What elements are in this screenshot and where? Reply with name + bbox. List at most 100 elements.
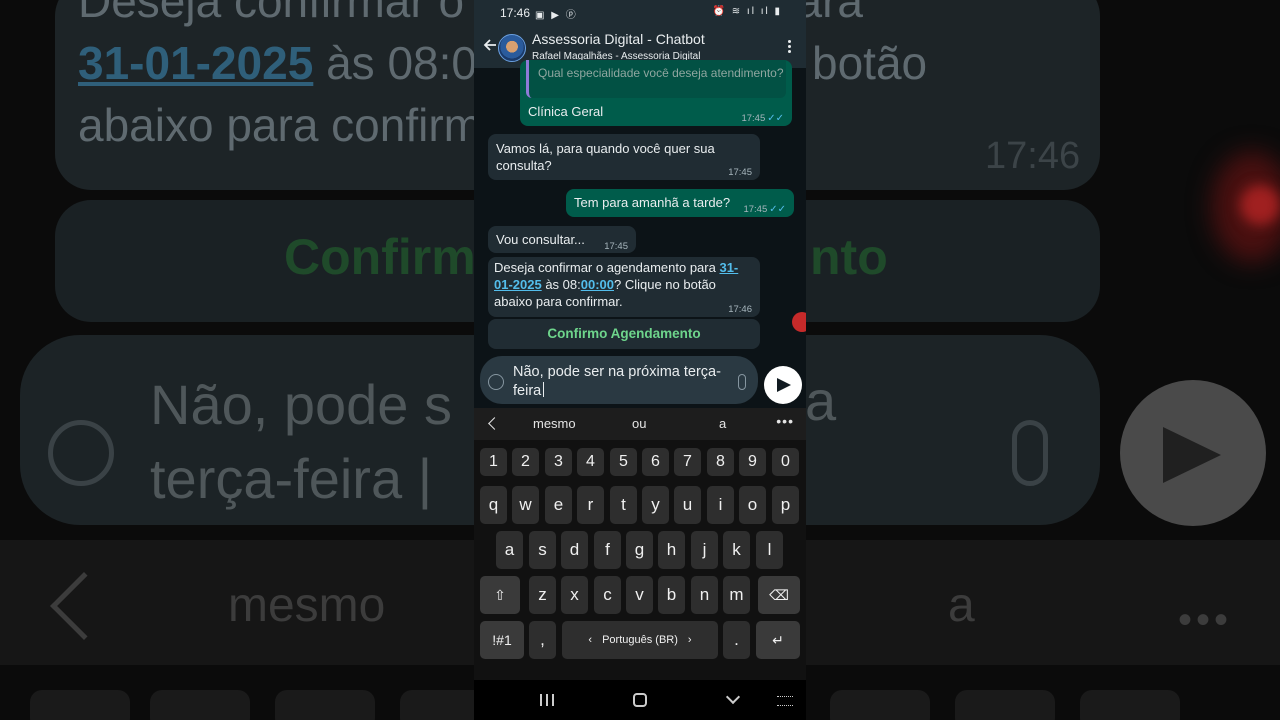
time-link[interactable]: 00:00 <box>581 277 614 292</box>
keyboard-switch-icon[interactable] <box>777 696 793 706</box>
avatar[interactable] <box>498 34 526 62</box>
hide-keyboard-icon[interactable] <box>725 689 741 705</box>
key[interactable]: l <box>756 531 783 569</box>
key[interactable]: q <box>480 486 507 524</box>
key[interactable]: g <box>626 531 653 569</box>
status-time: 17:46 <box>500 6 531 20</box>
send-button[interactable] <box>764 366 802 404</box>
bg-emoji-icon <box>48 420 114 486</box>
message-incoming[interactable]: Vou consultar... 17:45 <box>488 226 636 253</box>
floating-red-dot <box>792 312 806 332</box>
key[interactable]: c <box>594 576 621 614</box>
key[interactable]: k <box>723 531 750 569</box>
key[interactable]: 2 <box>512 448 539 476</box>
key[interactable]: a <box>496 531 523 569</box>
key[interactable]: j <box>691 531 718 569</box>
key[interactable]: y <box>642 486 669 524</box>
key[interactable]: 1 <box>480 448 507 476</box>
backspace-key[interactable]: ⌫ <box>758 576 800 614</box>
message-incoming[interactable]: Vamos lá, para quando você quer sua cons… <box>488 134 760 180</box>
message-time: 17:45 ✓✓ <box>743 204 786 215</box>
message-input-text[interactable]: Não, pode ser na próxima terça-feira <box>513 363 733 401</box>
key[interactable]: o <box>739 486 766 524</box>
bg-button-label: Confirm <box>284 229 476 285</box>
bg-key <box>150 690 250 720</box>
home-icon[interactable] <box>633 693 647 707</box>
system-icons: ⏰ ≋ ıl ıl ▮ <box>712 6 782 17</box>
key[interactable]: b <box>658 576 685 614</box>
comma-key[interactable]: , <box>529 621 556 659</box>
shift-key[interactable]: ⇧ <box>480 576 520 614</box>
suggestion-item[interactable]: a <box>719 416 726 431</box>
key[interactable]: i <box>707 486 734 524</box>
chevron-left-icon[interactable] <box>488 417 501 430</box>
key[interactable]: v <box>626 576 653 614</box>
message-time: 17:45 <box>604 241 628 252</box>
key[interactable]: r <box>577 486 604 524</box>
key[interactable]: 9 <box>739 448 766 476</box>
suggestion-item[interactable]: mesmo <box>533 416 576 431</box>
key[interactable]: e <box>545 486 572 524</box>
message-text: Tem para amanhã a tarde? <box>574 195 731 210</box>
more-icon[interactable]: ••• <box>776 413 794 429</box>
space-key[interactable]: ‹ Português (BR) › <box>562 621 718 659</box>
key[interactable]: m <box>723 576 750 614</box>
key[interactable]: 0 <box>772 448 799 476</box>
bg-red-dot <box>1240 185 1280 225</box>
message-text: Clínica Geral <box>528 104 604 119</box>
key[interactable]: 4 <box>577 448 604 476</box>
key[interactable]: u <box>674 486 701 524</box>
bg-suggestion: a <box>948 579 975 632</box>
suggestion-bar: mesmo ou a ••• <box>474 408 806 440</box>
key[interactable]: x <box>561 576 588 614</box>
bg-suggestion: mesmo <box>228 579 386 632</box>
recent-apps-icon[interactable] <box>540 694 554 706</box>
bg-button-label-right: nto <box>810 229 888 285</box>
message-time: 17:45 ✓✓ <box>741 113 784 124</box>
navigation-bar <box>474 680 806 720</box>
back-arrow-icon[interactable] <box>482 37 498 53</box>
key[interactable]: 8 <box>707 448 734 476</box>
message-time: 17:45 <box>728 167 752 178</box>
quoted-text: Qual especialidade você deseja atendimen… <box>538 66 784 80</box>
enter-key[interactable]: ↵ <box>756 621 800 659</box>
key[interactable]: f <box>594 531 621 569</box>
keyboard: mesmo ou a ••• 1 2 3 4 5 6 7 8 9 0 q w e… <box>474 408 806 720</box>
message-incoming[interactable]: Deseja confirmar o agendamento para 31-0… <box>488 257 760 317</box>
bg-key <box>1080 690 1180 720</box>
chat-title[interactable]: Assessoria Digital - Chatbot <box>532 31 705 47</box>
key[interactable]: 7 <box>674 448 701 476</box>
key[interactable]: 5 <box>610 448 637 476</box>
bg-key <box>830 690 930 720</box>
bg-attach-icon <box>1012 420 1048 486</box>
chevron-left-icon: ‹ <box>588 634 593 646</box>
key[interactable]: n <box>691 576 718 614</box>
message-outgoing[interactable]: Qual especialidade você deseja atendimen… <box>520 60 792 126</box>
message-outgoing[interactable]: Tem para amanhã a tarde? 17:45 ✓✓ <box>566 189 794 217</box>
key[interactable]: t <box>610 486 637 524</box>
key[interactable]: 6 <box>642 448 669 476</box>
read-ticks-icon: ✓✓ <box>769 204 786 215</box>
key[interactable]: 3 <box>545 448 572 476</box>
confirm-appointment-button[interactable]: Confirmo Agendamento <box>488 319 760 349</box>
key[interactable]: h <box>658 531 685 569</box>
message-input[interactable]: Não, pode ser na próxima terça-feira <box>480 356 758 404</box>
key[interactable]: d <box>561 531 588 569</box>
period-key[interactable]: . <box>723 621 750 659</box>
chevron-right-icon: › <box>687 634 692 646</box>
quoted-message[interactable]: Qual especialidade você deseja atendimen… <box>526 60 786 98</box>
phone-screen: 17:46 ▣ ▶ ⓟ ⏰ ≋ ıl ıl ▮ Assessoria Digit… <box>474 0 806 720</box>
suggestion-item[interactable]: ou <box>632 416 646 431</box>
emoji-icon[interactable] <box>488 374 504 390</box>
attach-icon[interactable] <box>738 374 746 390</box>
more-options-icon[interactable] <box>788 40 792 56</box>
bg-key <box>955 690 1055 720</box>
message-time: 17:46 <box>728 304 752 315</box>
message-text: Vou consultar... <box>496 232 585 247</box>
symbols-key[interactable]: !#1 <box>480 621 524 659</box>
bg-input-text-right: a <box>805 369 837 432</box>
key[interactable]: s <box>529 531 556 569</box>
key[interactable]: w <box>512 486 539 524</box>
key[interactable]: z <box>529 576 556 614</box>
key[interactable]: p <box>772 486 799 524</box>
